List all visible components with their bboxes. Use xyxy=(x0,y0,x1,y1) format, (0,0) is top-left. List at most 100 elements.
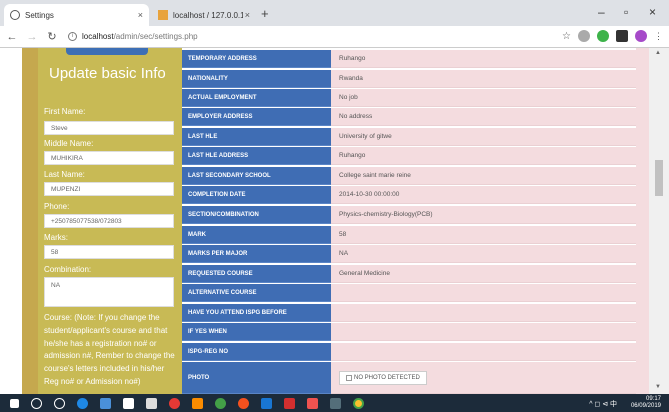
phone-label: Phone: xyxy=(44,202,70,211)
table-row: HAVE YOU ATTEND ISPG BEFORE xyxy=(182,304,636,322)
table-row: REQUESTED COURSE General Medicine xyxy=(182,265,636,283)
scroll-thumb[interactable] xyxy=(655,160,663,196)
update-info-form: Update basic Info First Name: Steve Midd… xyxy=(38,48,182,394)
address-bar: ← → ↻ i localhost /admin/sec/settings.ph… xyxy=(0,26,669,48)
row-value xyxy=(331,284,636,302)
table-row: ALTERNATIVE COURSE xyxy=(182,284,636,302)
menu-icon[interactable]: ⋮ xyxy=(654,31,663,42)
scrollbar[interactable]: ▲ ▼ xyxy=(649,48,669,394)
broken-image-icon xyxy=(346,374,352,381)
row-value: No job xyxy=(331,89,636,107)
tab-settings[interactable]: Settings × xyxy=(4,4,149,26)
right-margin xyxy=(636,48,649,394)
chrome-icon[interactable] xyxy=(353,397,364,409)
last-name-label: Last Name: xyxy=(44,170,85,179)
store-icon[interactable] xyxy=(123,397,134,409)
tray-icons[interactable]: ^ ◻ ⊲ 中 xyxy=(589,399,617,409)
table-row: IF YES WHEN xyxy=(182,323,636,341)
tab-title: localhost / 127.0.0.1 / ispgar_isp xyxy=(173,10,243,20)
info-icon[interactable]: i xyxy=(68,32,77,41)
row-label: NATIONALITY xyxy=(182,70,331,88)
page-viewport: Update basic Info First Name: Steve Midd… xyxy=(0,48,669,394)
browser-tab-strip: Settings × localhost / 127.0.0.1 / ispga… xyxy=(0,0,669,26)
search-icon[interactable] xyxy=(31,397,42,409)
row-label: ALTERNATIVE COURSE xyxy=(182,284,331,302)
marks-field[interactable]: 58 xyxy=(44,245,174,259)
table-row: MARK 58 xyxy=(182,226,636,244)
combination-field[interactable]: NA xyxy=(44,277,174,307)
mail-icon[interactable] xyxy=(146,397,157,409)
photo-cell: NO PHOTO DETECTED xyxy=(331,362,636,394)
gear-icon xyxy=(10,10,20,20)
tab-close-icon[interactable]: × xyxy=(245,10,250,20)
profile-avatar[interactable] xyxy=(635,30,647,42)
clock-date: 06/09/2019 xyxy=(630,403,661,409)
reload-icon[interactable]: ↻ xyxy=(44,30,60,43)
photo-image: NO PHOTO DETECTED xyxy=(339,370,427,385)
table-row: LAST SECONDARY SCHOOL College saint mari… xyxy=(182,167,636,185)
opera-icon[interactable] xyxy=(169,397,180,409)
edge-icon[interactable] xyxy=(77,397,88,409)
extension-icon[interactable] xyxy=(616,30,628,42)
row-value xyxy=(331,343,636,361)
row-value: University of gitwe xyxy=(331,128,636,146)
star-icon[interactable]: ☆ xyxy=(562,31,571,42)
phone-field[interactable]: +250785077538/072803 xyxy=(44,214,174,228)
row-value: Ruhango xyxy=(331,50,636,68)
table-row: PHOTO NO PHOTO DETECTED xyxy=(182,362,636,394)
maximize-button[interactable]: ▫ xyxy=(624,5,628,19)
extension-icon[interactable] xyxy=(597,30,609,42)
tab-close-icon[interactable]: × xyxy=(138,10,143,20)
row-value xyxy=(331,323,636,341)
minimize-button[interactable]: – xyxy=(598,5,605,19)
windows-taskbar: ^ ◻ ⊲ 中 09:17 06/09/2019 xyxy=(0,394,669,412)
photo-alt-text: NO PHOTO DETECTED xyxy=(354,374,420,381)
xampp-icon[interactable] xyxy=(192,397,203,409)
close-window-button[interactable]: × xyxy=(649,5,656,19)
clock[interactable]: 09:17 06/09/2019 xyxy=(631,396,661,410)
row-value: NA xyxy=(331,245,636,263)
task-view-icon[interactable] xyxy=(54,397,65,409)
scroll-down-icon[interactable]: ▼ xyxy=(655,384,661,390)
scroll-up-icon[interactable]: ▲ xyxy=(655,50,661,56)
last-name-field[interactable]: MUPENZI xyxy=(44,182,174,196)
app-icon[interactable] xyxy=(307,397,318,409)
row-value: 2014-10-30 00:00:00 xyxy=(331,186,636,204)
extension-icon[interactable] xyxy=(578,30,590,42)
row-label: LAST HLE xyxy=(182,128,331,146)
row-value: College saint marie reine xyxy=(331,167,636,185)
firefox-icon[interactable] xyxy=(238,397,249,409)
explorer-icon[interactable] xyxy=(100,397,111,409)
tab-phpmyadmin[interactable]: localhost / 127.0.0.1 / ispgar_isp × xyxy=(152,4,256,26)
row-value: Physics-chemistry-Biology(PCB) xyxy=(331,206,636,224)
new-tab-button[interactable]: + xyxy=(261,6,269,21)
forward-icon[interactable]: → xyxy=(24,31,40,43)
tab-title: Settings xyxy=(25,10,54,20)
app-icon[interactable] xyxy=(215,397,226,409)
row-label: MARK xyxy=(182,226,331,244)
middle-name-field[interactable]: MUHIKIRA xyxy=(44,151,174,165)
app-icon[interactable] xyxy=(330,397,341,409)
clock-time: 09:17 xyxy=(645,396,661,402)
submit-button[interactable] xyxy=(66,48,148,55)
middle-name-label: Middle Name: xyxy=(44,139,94,148)
row-label: IF YES WHEN xyxy=(182,323,331,341)
table-row: SECTION/COMBINATION Physics-chemistry-Bi… xyxy=(182,206,636,224)
combination-label: Combination: xyxy=(44,265,92,274)
row-label: MARKS PER MAJOR xyxy=(182,245,331,263)
url-path: /admin/sec/settings.php xyxy=(113,32,198,41)
row-value: 58 xyxy=(331,226,636,244)
row-value: No address xyxy=(331,108,636,126)
row-label: LAST SECONDARY SCHOOL xyxy=(182,167,331,185)
url-host: localhost xyxy=(82,32,114,41)
url-field[interactable]: i localhost /admin/sec/settings.php xyxy=(68,32,198,41)
back-icon[interactable]: ← xyxy=(4,31,20,43)
first-name-label: First Name: xyxy=(44,107,86,116)
table-row: TEMPORARY ADDRESS Ruhango xyxy=(182,50,636,68)
table-row: LAST HLE ADDRESS Ruhango xyxy=(182,147,636,165)
table-row: ACTUAL EMPLOYMENT No job xyxy=(182,89,636,107)
acrobat-icon[interactable] xyxy=(284,397,295,409)
app-icon[interactable] xyxy=(261,397,272,409)
first-name-field[interactable]: Steve xyxy=(44,121,174,135)
windows-start-icon[interactable] xyxy=(10,398,19,408)
